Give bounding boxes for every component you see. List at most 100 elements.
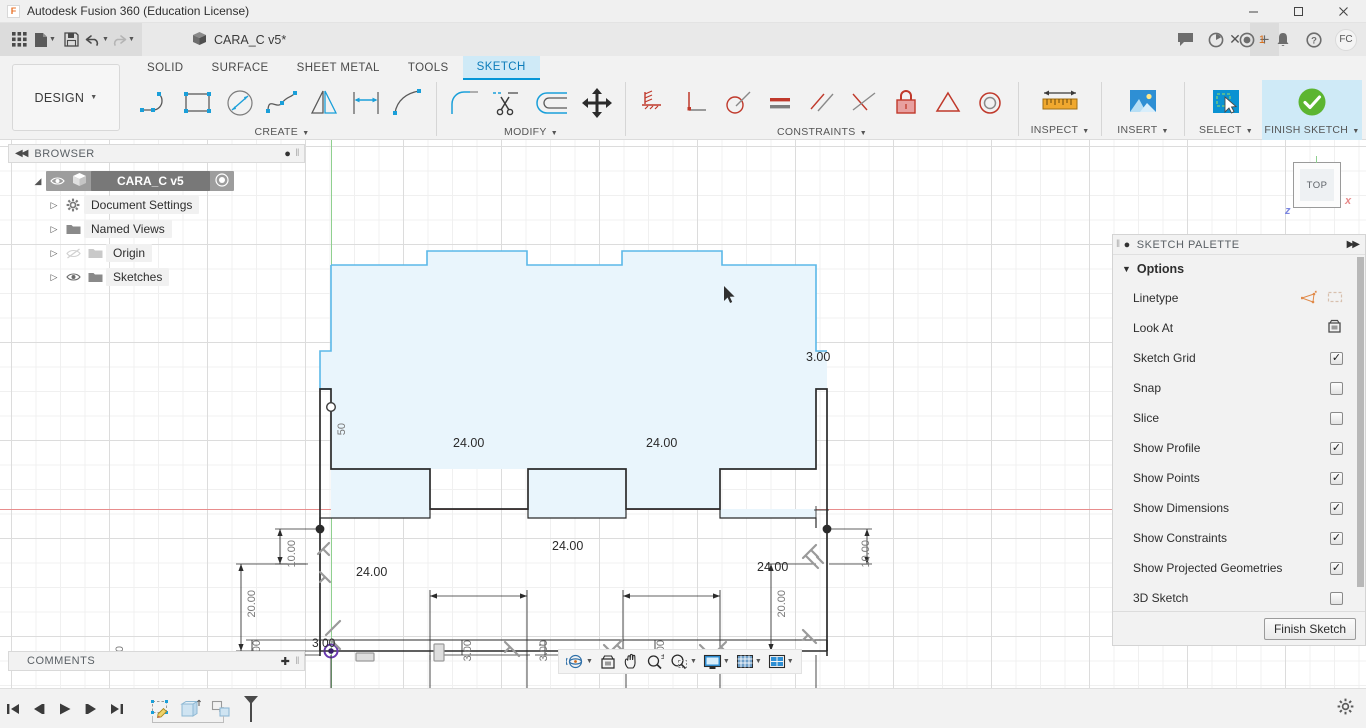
dimension-text[interactable]: 20.00 xyxy=(246,590,258,618)
panel-select-label[interactable]: SELECT ▼ xyxy=(1199,124,1253,138)
dimension-icon[interactable] xyxy=(345,81,387,125)
timeline-settings-icon[interactable] xyxy=(1337,698,1354,719)
expand-arrow-icon[interactable]: ▷ xyxy=(46,272,62,283)
sketch-palette-header[interactable]: ‖ ● SKETCH PALETTE ▶▶ xyxy=(1113,235,1365,255)
show-projected-geometries-checkbox[interactable]: ✓ xyxy=(1330,561,1343,575)
look-at-icon[interactable] xyxy=(1326,319,1343,337)
fillet-icon[interactable] xyxy=(444,81,486,125)
select-button[interactable]: SELECT ▼ xyxy=(1190,80,1262,140)
expand-arrow-icon[interactable]: ◢ xyxy=(30,176,46,187)
offset-icon[interactable] xyxy=(528,81,576,125)
document-tab[interactable]: CARA_C v5* xyxy=(182,23,297,56)
orbit-icon[interactable]: ▼ xyxy=(563,649,596,674)
sketch-palette-scrollbar[interactable] xyxy=(1356,255,1365,611)
resize-grip-icon[interactable]: ‖ xyxy=(295,148,300,159)
look-at-icon[interactable] xyxy=(596,649,620,674)
chevron-down-icon[interactable]: ▼ xyxy=(49,36,56,43)
visibility-eye-icon[interactable] xyxy=(46,176,68,186)
zoom-icon[interactable]: ± xyxy=(643,649,667,674)
spline-icon[interactable] xyxy=(261,81,303,125)
display-settings-icon[interactable]: ▼ xyxy=(700,649,733,674)
browser-item-root[interactable]: ◢ CARA_C v5 xyxy=(8,169,305,193)
panel-create-label[interactable]: CREATE ▼ xyxy=(133,126,431,140)
ellipse-icon[interactable] xyxy=(219,81,261,125)
3d-sketch-checkbox[interactable] xyxy=(1330,591,1343,605)
rectangle-icon[interactable] xyxy=(177,81,219,125)
trim-icon[interactable] xyxy=(486,81,528,125)
show-dimensions-checkbox[interactable]: ✓ xyxy=(1330,501,1343,515)
panel-constraints-label[interactable]: CONSTRAINTS ▼ xyxy=(631,126,1013,140)
comments-panel-header[interactable]: COMMENTS ✚ ‖ xyxy=(8,651,305,671)
add-comment-icon[interactable]: ✚ xyxy=(281,655,291,668)
panel-insert-label[interactable]: INSERT ▼ xyxy=(1117,124,1168,138)
resize-grip-icon[interactable]: ‖ xyxy=(295,656,300,667)
dimension-text[interactable]: 10.00 xyxy=(286,540,298,568)
tab-sheet-metal[interactable]: SHEET METAL xyxy=(283,56,394,80)
snap-checkbox[interactable] xyxy=(1330,381,1343,395)
browser-item-named-views[interactable]: ▷ Named Views xyxy=(8,217,305,241)
collapse-left-icon[interactable]: ◀◀ xyxy=(15,148,28,159)
symmetry-icon[interactable] xyxy=(843,81,885,125)
expand-arrow-icon[interactable]: ▷ xyxy=(46,224,62,235)
mirror-icon[interactable] xyxy=(303,81,345,125)
conic-curve-icon[interactable] xyxy=(387,81,429,125)
linetype-construction-icon[interactable] xyxy=(1300,290,1317,307)
chevron-down-icon[interactable]: ▼ xyxy=(586,658,593,665)
pan-icon[interactable] xyxy=(620,649,643,674)
move-copy-icon[interactable] xyxy=(576,81,618,125)
go-to-beginning-icon[interactable] xyxy=(0,689,26,728)
chevron-down-icon[interactable]: ▼ xyxy=(787,658,794,665)
panel-inspect-label[interactable]: INSPECT ▼ xyxy=(1031,124,1090,138)
visibility-eye-off-icon[interactable] xyxy=(62,247,84,259)
dimension-text[interactable]: 24.00 xyxy=(757,560,788,574)
slice-checkbox[interactable] xyxy=(1330,411,1343,425)
chevron-down-icon[interactable]: ▼ xyxy=(690,658,697,665)
save-icon[interactable] xyxy=(58,27,84,53)
minimize-icon[interactable]: ● xyxy=(284,148,291,160)
minimize-button[interactable] xyxy=(1231,0,1276,23)
workspace-switcher-button[interactable]: DESIGN ▼ xyxy=(12,64,120,131)
dimension-text[interactable]: 20.00 xyxy=(776,590,788,618)
dimension-text[interactable]: 24.00 xyxy=(552,539,583,553)
expand-right-icon[interactable]: ▶▶ xyxy=(1347,239,1360,250)
visibility-eye-icon[interactable] xyxy=(62,272,84,282)
activity-icon[interactable] xyxy=(1201,23,1232,56)
step-back-icon[interactable] xyxy=(26,689,52,728)
tab-sketch[interactable]: SKETCH xyxy=(462,56,540,80)
browser-item-document-settings[interactable]: ▷ Document Settings xyxy=(8,193,305,217)
fix-lock-icon[interactable] xyxy=(885,81,927,125)
dimension-text[interactable]: 3.00 xyxy=(462,640,474,661)
linetype-centerline-icon[interactable] xyxy=(1327,290,1343,307)
dimension-text[interactable]: 3.00 xyxy=(312,636,335,650)
sketch-grid-checkbox[interactable]: ✓ xyxy=(1330,351,1343,365)
avatar[interactable]: FC xyxy=(1335,28,1357,51)
chevron-down-icon[interactable]: ▼ xyxy=(755,658,762,665)
viewports-icon[interactable]: ▼ xyxy=(765,649,797,674)
panel-finish-sketch-label[interactable]: FINISH SKETCH ▼ xyxy=(1264,124,1359,138)
play-icon[interactable] xyxy=(52,689,78,728)
close-button[interactable] xyxy=(1321,0,1366,23)
measure-button[interactable]: INSPECT ▼ xyxy=(1024,80,1096,140)
finish-sketch-button[interactable]: FINISH SKETCH ▼ xyxy=(1262,80,1362,140)
grids-snaps-icon[interactable]: ▼ xyxy=(733,649,765,674)
options-section-header[interactable]: ▼ Options xyxy=(1113,255,1365,283)
show-constraints-checkbox[interactable]: ✓ xyxy=(1330,531,1343,545)
midpoint-icon[interactable] xyxy=(927,81,969,125)
step-forward-icon[interactable] xyxy=(78,689,104,728)
help-icon[interactable]: ? xyxy=(1298,23,1329,56)
new-document-icon[interactable]: ▼ xyxy=(32,27,58,53)
show-profile-checkbox[interactable]: ✓ xyxy=(1330,441,1343,455)
app-grid-icon[interactable] xyxy=(6,27,32,53)
comments-icon[interactable] xyxy=(1170,23,1201,56)
dimension-text[interactable]: 24.00 xyxy=(646,436,677,450)
panel-modify-label[interactable]: MODIFY ▼ xyxy=(442,126,620,140)
expand-arrow-icon[interactable]: ▷ xyxy=(46,248,62,259)
chevron-down-icon[interactable]: ▼ xyxy=(102,36,109,43)
undo-icon[interactable]: ▼ xyxy=(84,27,110,53)
browser-item-sketches[interactable]: ▷ Sketches xyxy=(8,265,305,289)
notifications-icon[interactable] xyxy=(1267,23,1298,56)
redo-icon[interactable]: ▼ xyxy=(110,27,136,53)
perpendicular-icon[interactable] xyxy=(675,81,717,125)
tab-tools[interactable]: TOOLS xyxy=(394,56,463,80)
resize-grip-icon[interactable]: ‖ xyxy=(1116,239,1121,250)
